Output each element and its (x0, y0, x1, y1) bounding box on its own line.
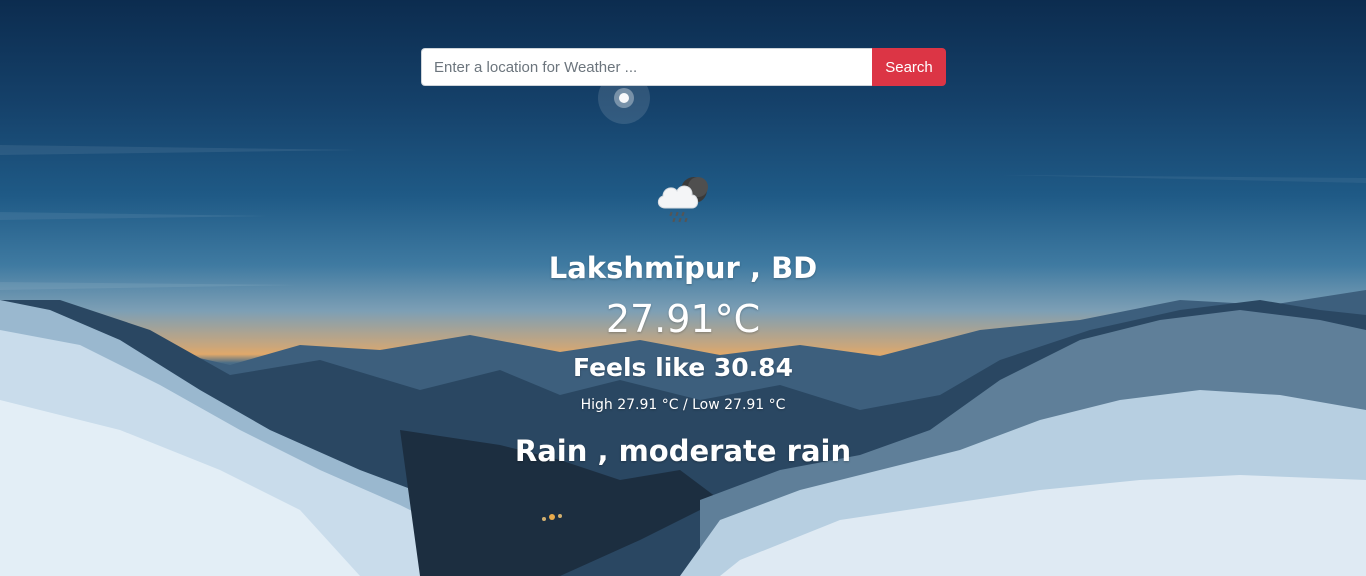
feels-like: Feels like 30.84 (573, 353, 793, 382)
city-name: Lakshmīpur , BD (548, 251, 818, 285)
temperature: 27.91°C (605, 297, 761, 341)
weather-description: Rain , moderate rain (514, 434, 852, 468)
mountain-background (0, 72, 1366, 576)
search-input[interactable] (421, 48, 872, 86)
search-button[interactable]: Search (872, 48, 946, 86)
cloud-rain-night-icon (657, 177, 708, 223)
weather-app: Search Lakshmīpur , BD 27.91°C Feels lik… (0, 0, 1366, 576)
high-low: High 27.91 °C / Low 27.91 °C (580, 397, 786, 413)
search-bar: Search (421, 48, 946, 86)
